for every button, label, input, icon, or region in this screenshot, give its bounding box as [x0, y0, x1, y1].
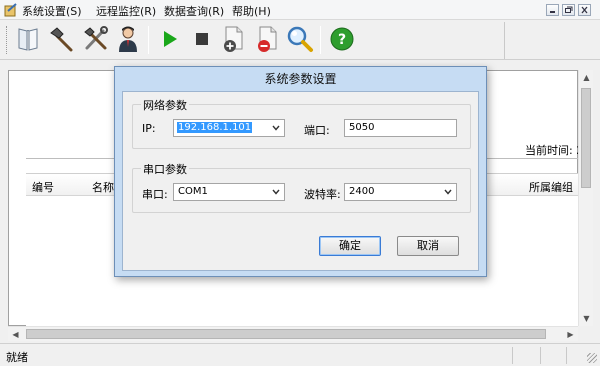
restore-button[interactable] [562, 4, 575, 16]
remove-document-icon [258, 26, 277, 52]
toolbar-user-button[interactable] [114, 24, 142, 54]
add-document-icon [224, 26, 243, 52]
menu-remote-monitor[interactable]: 远程监控(R) [96, 3, 156, 19]
serial-params-title: 串口参数 [141, 161, 189, 177]
toolbar: ? [0, 20, 600, 60]
com-value: COM1 [178, 186, 208, 197]
toolbar-help-button[interactable]: ? [328, 24, 356, 54]
network-params-title: 网络参数 [141, 97, 189, 113]
resize-grip[interactable] [587, 353, 597, 363]
system-settings-dialog: 系统参数设置 网络参数 IP: 192.168.1.101 端口: 5050 串… [114, 66, 487, 277]
baud-value: 2400 [349, 186, 375, 197]
restore-icon [565, 6, 573, 13]
menu-help[interactable]: 帮助(H) [232, 3, 271, 19]
status-panel [566, 347, 567, 364]
ok-button[interactable]: 确定 [319, 236, 381, 256]
play-icon [164, 31, 177, 47]
toolbar-separator [148, 26, 149, 54]
app-icon [4, 3, 17, 17]
toolbar-hammer-button[interactable] [48, 24, 76, 54]
network-params-group: 网络参数 IP: 192.168.1.101 端口: 5050 [132, 97, 471, 149]
toolbar-add-button[interactable] [220, 24, 248, 54]
help-icon: ? [330, 27, 354, 51]
scroll-up-icon[interactable]: ▲ [579, 70, 594, 85]
serial-params-group: 串口参数 串口: COM1 波特率: 2400 [132, 161, 471, 213]
com-port-combo[interactable]: COM1 [173, 183, 285, 201]
horizontal-scroll-thumb[interactable] [26, 329, 546, 339]
chevron-down-icon [272, 125, 280, 131]
vertical-scrollbar[interactable]: ▲ ▼ [578, 70, 593, 326]
search-icon [287, 26, 313, 52]
hammer-icon [50, 27, 73, 52]
toolbar-grip[interactable] [6, 26, 9, 54]
toolbar-book-button[interactable] [14, 24, 42, 54]
scroll-left-icon[interactable]: ◀ [8, 327, 23, 342]
chevron-down-icon [444, 189, 452, 195]
status-text: 就绪 [6, 351, 28, 364]
ip-combo[interactable]: 192.168.1.101 [173, 119, 285, 137]
toolbar-separator [320, 26, 321, 54]
chevron-down-icon [272, 189, 280, 195]
close-button[interactable] [578, 4, 591, 16]
user-icon [119, 26, 137, 52]
column-header-id[interactable]: 编号 [32, 179, 54, 195]
column-header-name[interactable]: 名称 [92, 179, 114, 195]
menu-bar: 系统设置(S) 远程监控(R) 数据查询(R) 帮助(H) [0, 0, 600, 20]
port-label: 端口: [304, 124, 330, 137]
toolbar-start-button[interactable] [156, 24, 184, 54]
port-value: 5050 [349, 122, 375, 133]
status-panel [540, 347, 541, 364]
tools-icon [84, 26, 108, 50]
toolbar-tools-button[interactable] [82, 24, 110, 54]
ip-value: 192.168.1.101 [177, 122, 253, 133]
baud-label: 波特率: [304, 188, 341, 201]
dialog-body: 网络参数 IP: 192.168.1.101 端口: 5050 串口参数 串口:… [122, 91, 479, 271]
scroll-down-icon[interactable]: ▼ [579, 311, 594, 326]
port-input[interactable]: 5050 [344, 119, 457, 137]
toolbar-search-button[interactable] [286, 24, 314, 54]
toolbar-stop-button[interactable] [188, 24, 216, 54]
com-label: 串口: [142, 188, 168, 201]
horizontal-scrollbar[interactable]: ◀ ▶ [8, 326, 578, 341]
minimize-icon [550, 11, 555, 13]
menu-system-settings[interactable]: 系统设置(S) [22, 3, 82, 19]
cancel-button[interactable]: 取消 [397, 236, 459, 256]
minimize-button[interactable] [546, 4, 559, 16]
open-book-icon [18, 28, 38, 51]
dialog-title[interactable]: 系统参数设置 [115, 67, 486, 91]
menu-data-query[interactable]: 数据查询(R) [164, 3, 224, 19]
scroll-right-icon[interactable]: ▶ [563, 327, 578, 342]
status-panel [512, 347, 513, 364]
toolbar-divider [504, 22, 505, 59]
ip-label: IP: [142, 122, 156, 135]
vertical-scroll-thumb[interactable] [581, 88, 591, 188]
svg-text:?: ? [338, 32, 346, 48]
close-icon [581, 6, 588, 14]
status-bar: 就绪 [0, 343, 600, 366]
baud-rate-combo[interactable]: 2400 [344, 183, 457, 201]
column-header-group[interactable]: 所属编组 [529, 179, 573, 195]
toolbar-delete-button[interactable] [254, 24, 282, 54]
stop-icon [196, 33, 208, 45]
